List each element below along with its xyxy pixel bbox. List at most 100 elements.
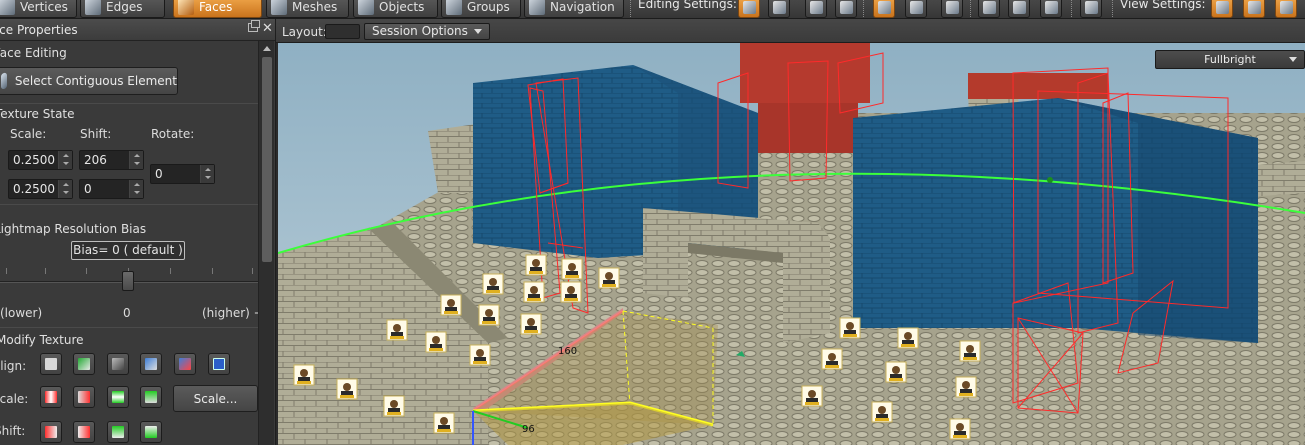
scale-v-button[interactable] (107, 386, 129, 408)
toolbar-divider (1112, 0, 1114, 18)
close-icon[interactable]: ✕ (262, 21, 273, 36)
tab-faces[interactable]: Faces (173, 0, 262, 18)
spin-arrows-icon[interactable] (129, 151, 143, 169)
toolbar-divider (630, 0, 632, 18)
face-editing-header: Face Editing (0, 46, 67, 60)
cube-icon (983, 1, 996, 14)
mesh-icon (271, 0, 287, 15)
local-axis-button[interactable] (768, 0, 790, 18)
gamepad-icon (1085, 1, 1098, 14)
fit-grid-icon (213, 358, 225, 370)
grid-snap-button[interactable] (835, 0, 857, 18)
actor-icon (1248, 1, 1261, 14)
align-planar-button[interactable] (107, 353, 129, 375)
toolbar-divider (863, 0, 865, 18)
planar-align-icon (112, 358, 124, 370)
face-properties-panel: Face Properties ✕ Face Editing Select Co… (0, 19, 276, 445)
slider-tick (45, 268, 46, 274)
align-fit-button[interactable] (208, 353, 230, 375)
shift-up-button[interactable] (107, 421, 129, 443)
grid-icon (45, 358, 57, 370)
tab-groups[interactable]: Groups (441, 0, 521, 18)
layout-selector[interactable] (325, 24, 360, 39)
shift-label: Shift: (80, 127, 112, 141)
group-lock-button[interactable] (941, 0, 963, 18)
scroll-up-icon[interactable] (263, 46, 271, 51)
tab-objects[interactable]: Objects (353, 0, 438, 18)
spin-arrows-icon[interactable] (58, 180, 72, 198)
align-box-button[interactable] (140, 353, 162, 375)
shift-left-icon (45, 426, 57, 438)
align-grid-button[interactable] (40, 353, 62, 375)
tab-vertices[interactable]: Vertices (0, 0, 77, 18)
bias-slider-handle[interactable] (122, 271, 134, 291)
edge-icon (85, 0, 101, 15)
align-wall-button[interactable] (73, 353, 95, 375)
scale-row-label: Scale: (0, 392, 29, 406)
cylinder-align-icon (179, 358, 191, 370)
texture-lock-button[interactable] (873, 0, 895, 18)
slider-tick (86, 268, 87, 274)
tab-edges[interactable]: Edges (80, 0, 165, 18)
slider-mid-label: 0 (123, 306, 131, 320)
scale-u-shrink-button[interactable] (73, 386, 95, 408)
texture-state-header: Texture State (0, 107, 75, 121)
spin-arrows-icon[interactable] (129, 180, 143, 198)
slider-tick (212, 268, 213, 274)
slider-max-label: (higher) + (202, 306, 264, 320)
spin-arrows-icon[interactable] (58, 151, 72, 169)
shift-row-label: Shift: (0, 424, 26, 438)
tile-lock-button[interactable] (905, 0, 927, 18)
object-icon (358, 0, 374, 15)
lightmap-bias-header: Lightmap Resolution Bias (0, 222, 147, 236)
globe-icon (743, 1, 756, 14)
session-options-dropdown[interactable]: Session Options (364, 23, 490, 40)
shift-v-input[interactable]: 0 (79, 179, 144, 199)
rotate-input[interactable]: 0 (150, 164, 215, 184)
scale-v-shrink-button[interactable] (140, 386, 162, 408)
hammer-button[interactable] (1040, 0, 1062, 18)
shift-down-icon (145, 426, 157, 438)
layout-label: Layout: (282, 25, 327, 39)
scrollbar-thumb[interactable] (262, 57, 272, 262)
shift-u-input[interactable]: 206 (79, 150, 144, 170)
ruler-icon (810, 1, 823, 14)
select-contiguous-button[interactable]: Select Contiguous Element (0, 67, 178, 95)
ruler-button[interactable] (805, 0, 827, 18)
light-view-button[interactable] (1211, 0, 1233, 18)
box-align-icon (145, 358, 157, 370)
lock-icon (878, 1, 891, 14)
cube-select-button[interactable] (1008, 0, 1030, 18)
lightbulb-icon (1216, 1, 1229, 14)
scale-dialog-button[interactable]: Scale... (173, 385, 258, 412)
undock-icon[interactable] (248, 20, 260, 32)
slider-tick (252, 268, 253, 274)
shift-left-button[interactable] (40, 421, 62, 443)
axis-icon (773, 1, 786, 14)
panel-scrollbar[interactable] (258, 41, 274, 445)
vertex-icon (0, 0, 15, 15)
scale-shrink-icon (78, 391, 90, 403)
face-icon (178, 0, 194, 15)
scale-u-button[interactable] (40, 386, 62, 408)
scale-u-input[interactable]: 0.2500 (8, 150, 73, 170)
spin-arrows-icon[interactable] (200, 165, 214, 183)
shift-down-button[interactable] (140, 421, 162, 443)
actor-view-button[interactable] (1243, 0, 1265, 18)
toolbar-divider (1071, 0, 1073, 18)
tab-navigation[interactable]: Navigation (524, 0, 624, 18)
extra-view-button[interactable] (1275, 0, 1297, 18)
align-cylinder-button[interactable] (174, 353, 196, 375)
scale-v-input[interactable]: 0.2500 (8, 179, 73, 199)
view-mode-dropdown[interactable]: Fullbright (1155, 50, 1305, 69)
shift-right-button[interactable] (73, 421, 95, 443)
panel-title-bar: Face Properties ✕ (0, 19, 275, 41)
box-select-button[interactable] (978, 0, 1000, 18)
tab-meshes[interactable]: Meshes (266, 0, 349, 18)
snap-world-button[interactable] (738, 0, 760, 18)
gamepad-button[interactable] (1080, 0, 1102, 18)
shift-right-icon (78, 426, 90, 438)
perspective-viewport[interactable]: 160 96 (278, 43, 1305, 445)
viewport-header: Layout: Session Options (276, 19, 1305, 43)
scale-horizontal-icon (45, 391, 57, 403)
